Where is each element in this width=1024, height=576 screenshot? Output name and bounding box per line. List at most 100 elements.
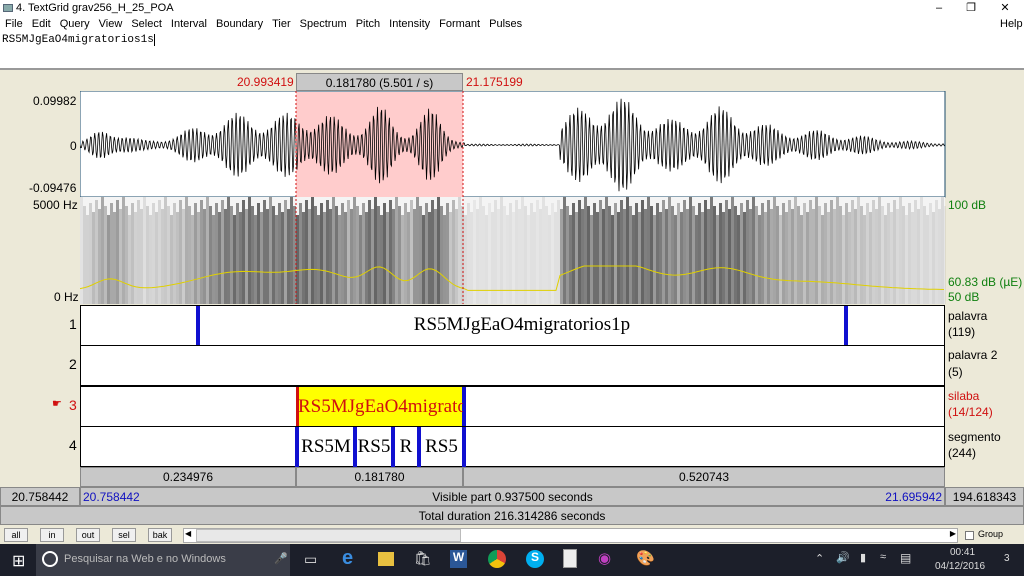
- scrollbar-thumb[interactable]: [196, 529, 461, 542]
- menu-interval[interactable]: Interval: [171, 18, 207, 30]
- spectrogram-column: [530, 203, 533, 304]
- spectrogram-column: [842, 215, 845, 304]
- word-icon[interactable]: W: [450, 550, 467, 568]
- menu-select[interactable]: Select: [131, 18, 162, 30]
- interval-label[interactable]: R: [395, 436, 417, 458]
- clock-date[interactable]: 04/12/2016: [935, 561, 985, 572]
- store-icon[interactable]: 🛍: [414, 550, 432, 567]
- battery-icon[interactable]: ▮: [860, 551, 866, 564]
- menu-view[interactable]: View: [99, 18, 123, 30]
- spectrogram-column: [827, 212, 830, 304]
- interval-label[interactable]: RS5M: [299, 436, 353, 458]
- duration-left[interactable]: 0.234976: [80, 467, 296, 487]
- volume-icon[interactable]: 🔊: [836, 551, 850, 564]
- spectrogram-column: [326, 200, 329, 304]
- zoom-sel-button[interactable]: sel: [112, 528, 136, 542]
- minimize-button[interactable]: –: [924, 0, 954, 16]
- menu-tier[interactable]: Tier: [272, 18, 291, 30]
- menu-intensity[interactable]: Intensity: [389, 18, 430, 30]
- spectrogram-column: [728, 209, 731, 304]
- spectrogram-column: [149, 215, 152, 304]
- clock-time[interactable]: 00:41: [950, 547, 975, 558]
- menu-pulses[interactable]: Pulses: [489, 18, 522, 30]
- microphone-icon[interactable]: 🎤: [274, 552, 288, 565]
- tier-3[interactable]: RS5MJgEaO4migrato: [80, 386, 945, 427]
- search-box[interactable]: Pesquisar na Web e no Windows 🎤: [36, 544, 290, 576]
- spectrogram-column: [809, 200, 812, 304]
- tray-chevron-icon[interactable]: ⌃: [815, 552, 824, 565]
- horizontal-scrollbar[interactable]: ◀ ▶: [183, 528, 958, 543]
- right-outer-time[interactable]: 194.618343: [945, 487, 1024, 506]
- menu-query[interactable]: Query: [60, 18, 90, 30]
- duration-selection[interactable]: 0.181780: [296, 467, 463, 487]
- tier-name: palavra: [948, 309, 988, 323]
- spectrogram-column: [437, 197, 440, 304]
- boundary[interactable]: [844, 306, 848, 346]
- spectrogram-column: [503, 206, 506, 304]
- interval-label[interactable]: RS5: [421, 436, 462, 458]
- keyboard-icon[interactable]: ▤: [900, 551, 911, 565]
- menu-help[interactable]: Help: [1000, 16, 1023, 32]
- menu-formant[interactable]: Formant: [439, 18, 480, 30]
- menu-file[interactable]: File: [5, 18, 23, 30]
- menu-pitch[interactable]: Pitch: [356, 18, 380, 30]
- scroll-right-icon[interactable]: ▶: [950, 529, 956, 538]
- praat-icon[interactable]: ◉: [598, 549, 611, 567]
- spectrogram-column: [776, 206, 779, 304]
- search-placeholder: Pesquisar na Web e no Windows: [64, 553, 226, 565]
- spectrogram-column: [794, 197, 797, 304]
- spectrogram-column: [299, 203, 302, 304]
- paint-icon[interactable]: 🎨: [636, 549, 655, 567]
- spectrogram-column: [545, 206, 548, 304]
- menu-boundary[interactable]: Boundary: [216, 18, 263, 30]
- spectrogram-column: [785, 212, 788, 304]
- group-checkbox[interactable]: [965, 531, 974, 540]
- spectrogram-column: [803, 203, 806, 304]
- notifications-badge[interactable]: 3: [1004, 553, 1010, 564]
- total-duration[interactable]: Total duration 216.314286 seconds: [0, 506, 1024, 525]
- menu-spectrum[interactable]: Spectrum: [300, 18, 347, 30]
- spectrogram-column: [734, 206, 737, 304]
- windows-start-icon[interactable]: ⊞: [12, 551, 25, 571]
- tier-1[interactable]: RS5MJgEaO4migratorios1p: [80, 305, 945, 346]
- signal-view[interactable]: [80, 91, 946, 305]
- spectrogram-column: [599, 200, 602, 304]
- zoom-in-button[interactable]: in: [40, 528, 64, 542]
- maximize-button[interactable]: ❐: [956, 0, 986, 16]
- interval-label[interactable]: RS5: [357, 436, 391, 458]
- spectrogram-column: [422, 215, 425, 304]
- pointing-hand-icon: ☛: [52, 398, 62, 410]
- tier-2[interactable]: [80, 345, 945, 386]
- chrome-icon[interactable]: [488, 550, 506, 568]
- interval-text-field[interactable]: RS5MJgEaO4migratorios1s: [0, 32, 1024, 70]
- zoom-back-button[interactable]: bak: [148, 528, 172, 542]
- spectrogram-column: [677, 203, 680, 304]
- scroll-left-icon[interactable]: ◀: [185, 529, 191, 538]
- skype-icon[interactable]: S: [526, 550, 544, 568]
- spectrogram-column: [368, 200, 371, 304]
- spectrogram-column: [212, 215, 215, 304]
- file-explorer-icon[interactable]: [378, 552, 394, 566]
- spectrogram-column: [707, 209, 710, 304]
- spectrogram-column: [335, 206, 338, 304]
- spectrogram-column: [773, 197, 776, 304]
- tier-4[interactable]: RS5M RS5 R RS5: [80, 426, 945, 467]
- zoom-out-button[interactable]: out: [76, 528, 100, 542]
- edge-icon[interactable]: e: [342, 547, 353, 570]
- visible-part[interactable]: 20.758442 Visible part 0.937500 seconds …: [80, 487, 945, 506]
- duration-right[interactable]: 0.520743: [463, 467, 945, 487]
- selection-duration[interactable]: 0.181780 (5.501 / s): [296, 73, 463, 91]
- spectrogram-column: [596, 212, 599, 304]
- wifi-icon[interactable]: ≈: [880, 551, 886, 563]
- left-outer-time[interactable]: 20.758442: [0, 487, 80, 506]
- spectrogram-column: [338, 215, 341, 304]
- interval-label[interactable]: RS5MJgEaO4migratorios1p: [200, 314, 844, 336]
- boundary[interactable]: [462, 427, 466, 467]
- close-button[interactable]: ✕: [990, 0, 1020, 16]
- zoom-all-button[interactable]: all: [4, 528, 28, 542]
- document-icon[interactable]: [563, 549, 577, 568]
- task-view-icon[interactable]: ▭: [304, 551, 317, 568]
- spectrogram-column: [926, 215, 929, 304]
- menu-edit[interactable]: Edit: [32, 18, 51, 30]
- spectrogram-column: [425, 203, 428, 304]
